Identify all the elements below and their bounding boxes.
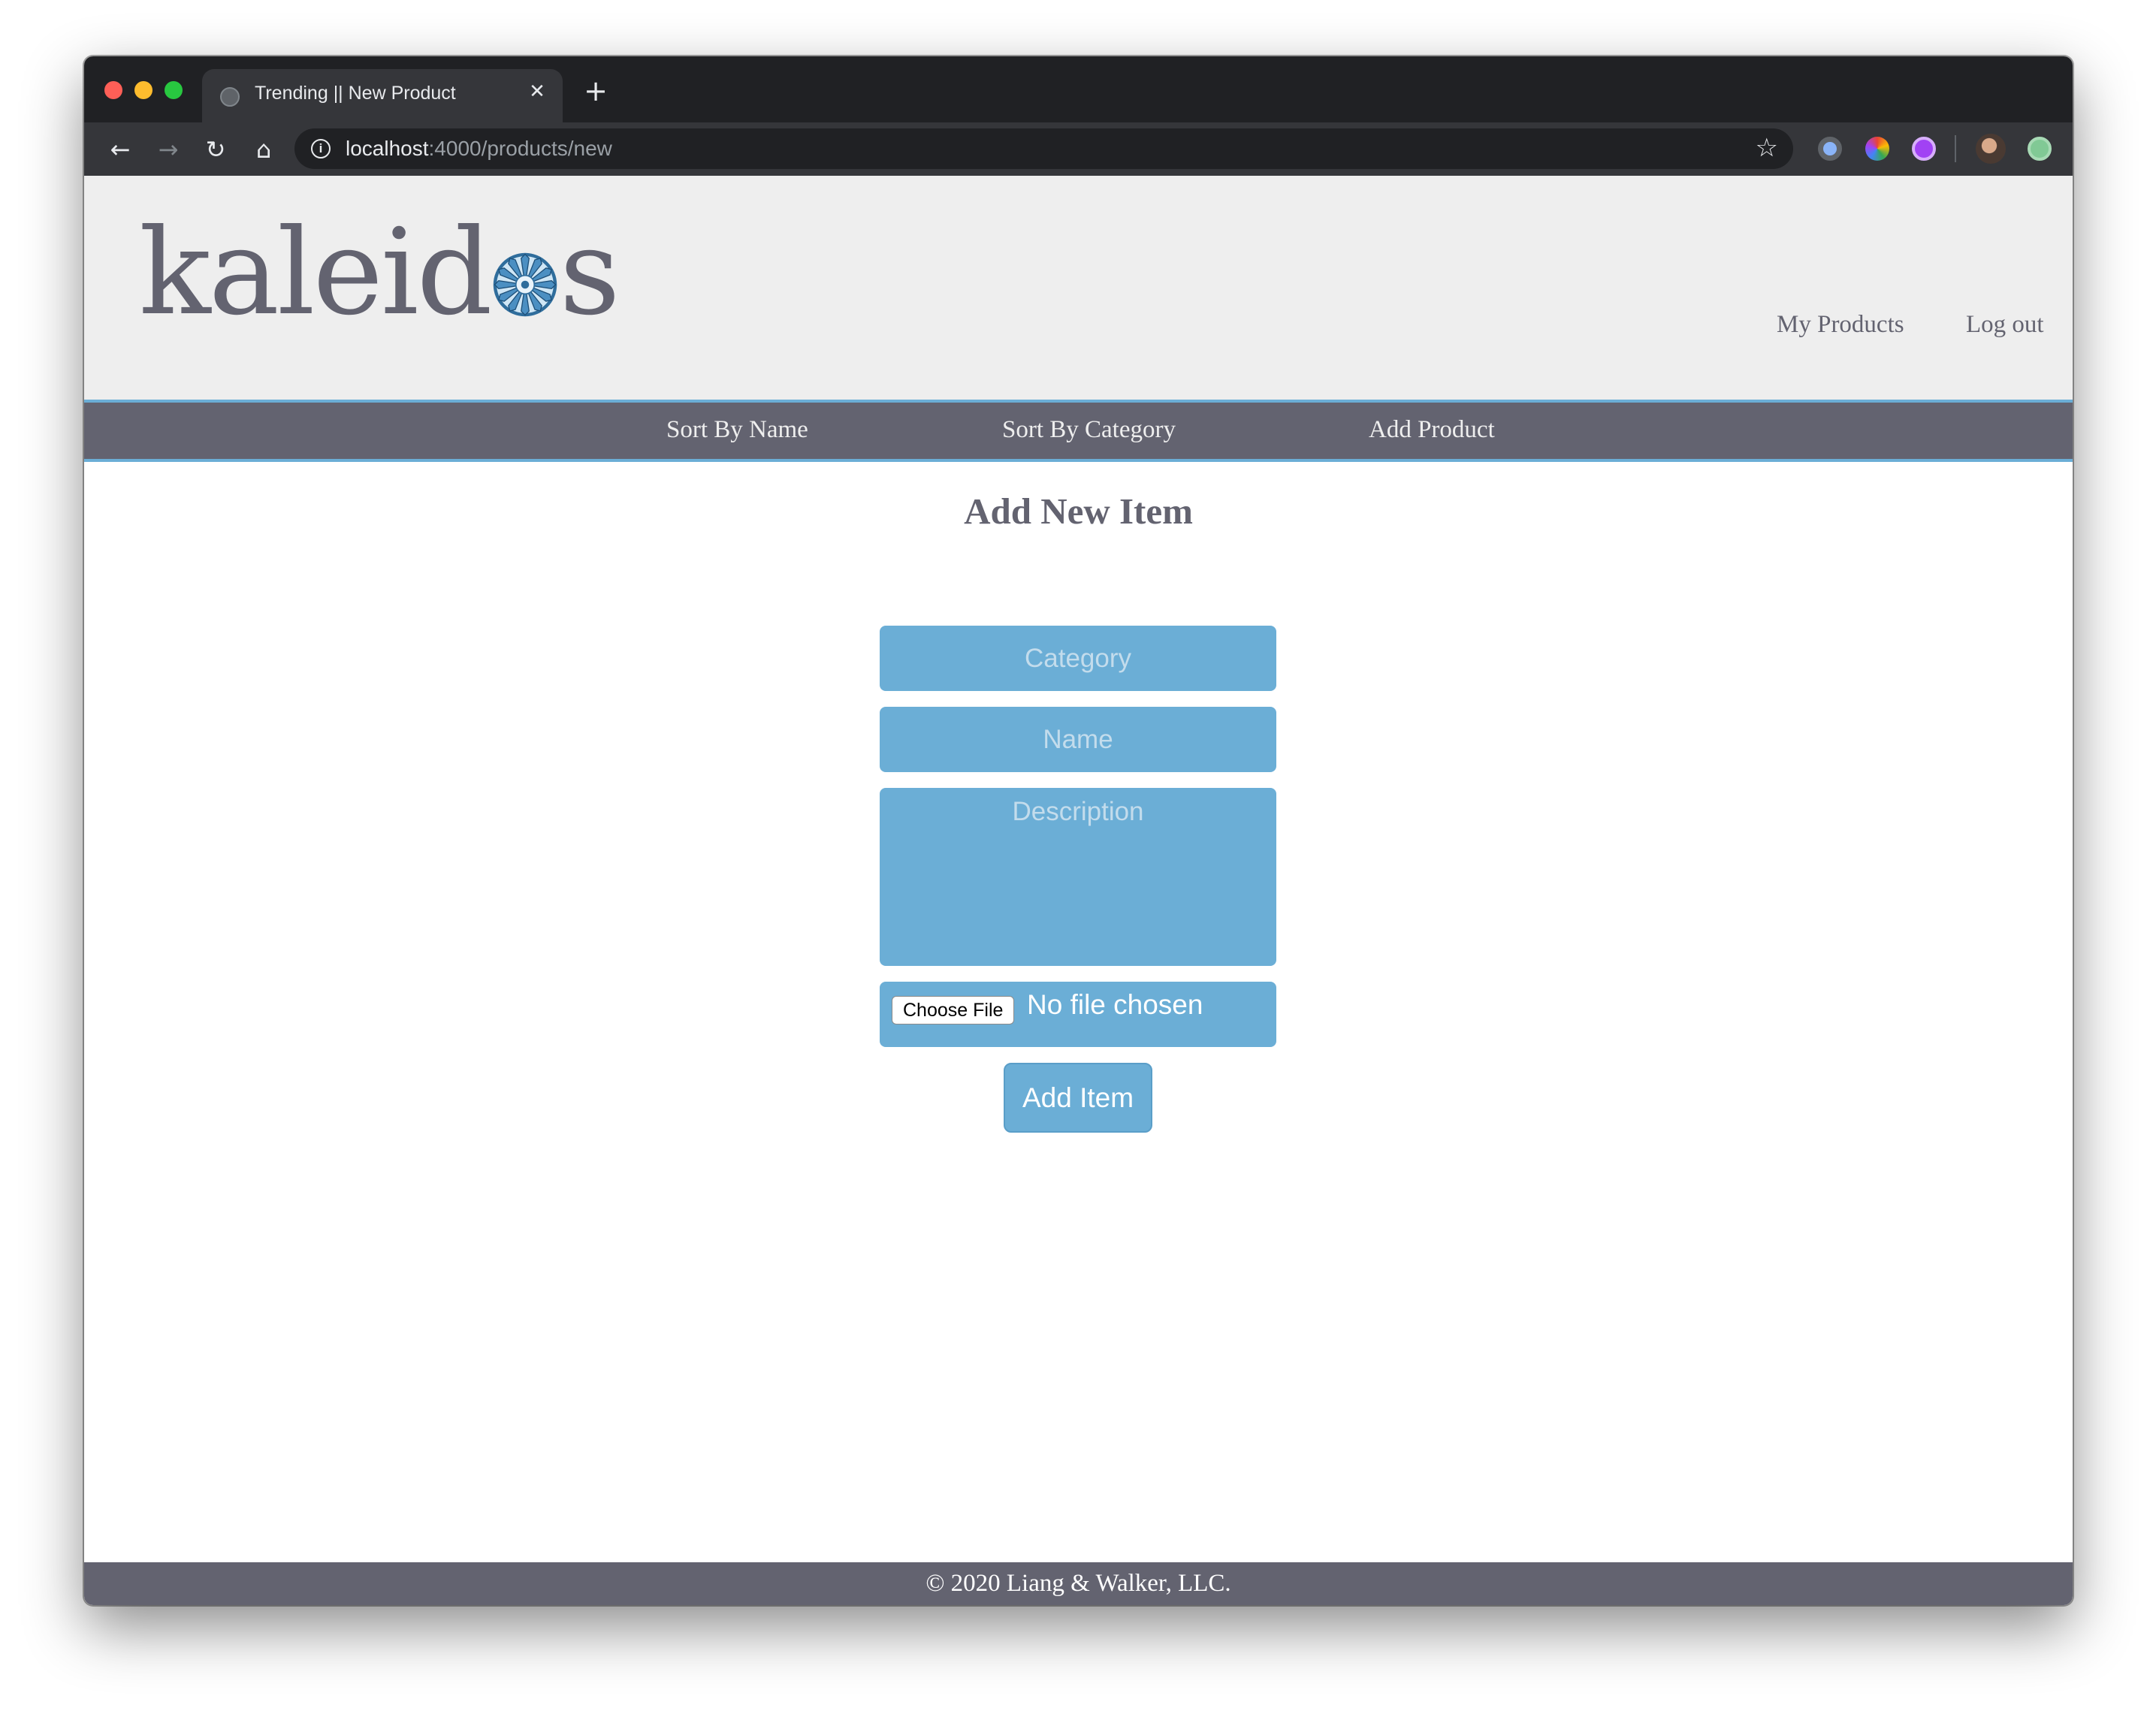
- color-wheel-extension-icon[interactable]: [1865, 137, 1889, 161]
- site-logo[interactable]: kaleid s: [139, 213, 621, 332]
- profile-avatar[interactable]: [1976, 134, 2006, 164]
- name-input[interactable]: [880, 707, 1276, 772]
- reload-icon[interactable]: ↻: [199, 133, 232, 166]
- globe-icon: [220, 87, 240, 107]
- home-icon[interactable]: ⌂: [247, 133, 280, 166]
- logo-text-prefix: kaleid: [139, 204, 493, 342]
- category-input[interactable]: [880, 626, 1276, 691]
- add-product-link[interactable]: Add Product: [1369, 416, 1495, 444]
- toolbar-divider: [1955, 135, 1956, 162]
- browser-tab-active[interactable]: Trending || New Product ✕: [202, 69, 563, 122]
- bookmark-star-icon[interactable]: ☆: [1756, 133, 1778, 163]
- url-host: localhost: [346, 137, 429, 160]
- tab-title: Trending || New Product: [255, 83, 456, 104]
- add-item-button[interactable]: Add Item: [1004, 1063, 1152, 1133]
- mandala-icon: [493, 252, 557, 317]
- forward-arrow-icon[interactable]: →: [152, 133, 185, 166]
- choose-file-button[interactable]: Choose File: [892, 996, 1015, 1024]
- extension-icon[interactable]: [1912, 137, 1936, 161]
- back-arrow-icon[interactable]: ←: [104, 133, 137, 166]
- browser-toolbar: ← → ↻ ⌂ i localhost:4000/products/new ☆: [84, 122, 2073, 176]
- site-footer: © 2020 Liang & Walker, LLC.: [84, 1562, 2073, 1605]
- new-tab-icon[interactable]: +: [581, 76, 611, 106]
- page-title: Add New Item: [964, 490, 1193, 532]
- sub-navigation: Sort By Name Sort By Category Add Produc…: [84, 400, 2073, 462]
- site-header: kaleid s My Products Log out: [84, 176, 2073, 400]
- browser-window: Trending || New Product ✕ + ← → ↻ ⌂ i lo…: [84, 56, 2073, 1605]
- address-bar[interactable]: i localhost:4000/products/new ☆: [294, 128, 1793, 169]
- sort-by-name-link[interactable]: Sort By Name: [666, 416, 808, 444]
- file-upload-field[interactable]: Choose File No file chosen: [880, 982, 1276, 1047]
- url-text[interactable]: localhost:4000/products/new: [346, 137, 612, 161]
- log-out-link[interactable]: Log out: [1966, 311, 2044, 339]
- info-icon[interactable]: i: [311, 139, 331, 158]
- maximize-window-button[interactable]: [165, 81, 183, 99]
- file-status-text: No file chosen: [1027, 989, 1203, 1020]
- minimize-window-button[interactable]: [134, 81, 152, 99]
- page-content: kaleid s My Products Log out Sort By Name…: [84, 176, 2073, 1605]
- close-tab-icon[interactable]: ✕: [525, 78, 549, 105]
- browser-titlebar: Trending || New Product ✕ +: [84, 56, 2073, 122]
- description-textarea[interactable]: [880, 788, 1276, 966]
- my-products-link[interactable]: My Products: [1777, 311, 1904, 339]
- extension-icon[interactable]: [1818, 137, 1842, 161]
- logo-text-suffix: s: [559, 204, 621, 342]
- sort-by-category-link[interactable]: Sort By Category: [1002, 416, 1176, 444]
- close-window-button[interactable]: [104, 81, 122, 99]
- url-path: :4000/products/new: [428, 137, 612, 160]
- update-icon[interactable]: [2028, 137, 2052, 161]
